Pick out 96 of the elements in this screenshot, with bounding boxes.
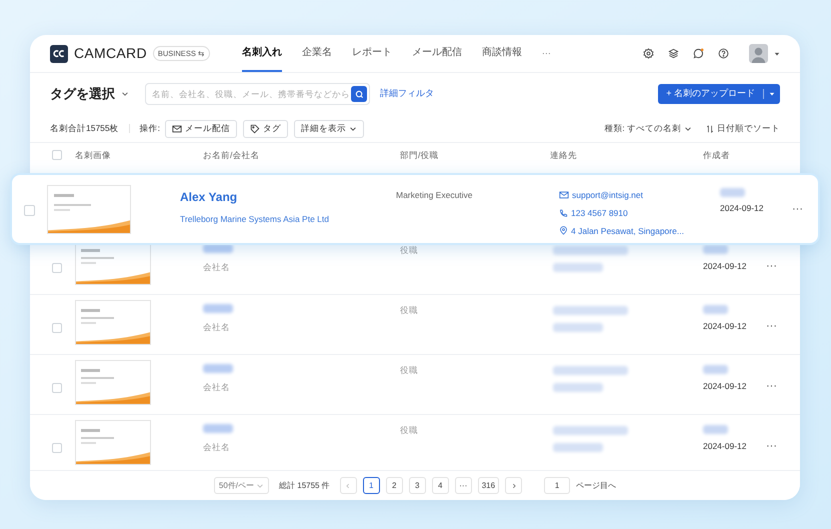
- more-menu[interactable]: ···: [542, 46, 551, 60]
- help-icon[interactable]: [718, 48, 729, 59]
- page-button[interactable]: 2: [386, 477, 403, 494]
- contact-name[interactable]: Alex Yang: [180, 188, 396, 206]
- page-button[interactable]: ···: [454, 477, 472, 494]
- more-menu[interactable]: ···: [766, 318, 786, 334]
- type-filter[interactable]: 種類: すべての名刺: [604, 122, 692, 135]
- mail-icon: [559, 190, 569, 200]
- search-icon[interactable]: [351, 86, 367, 102]
- blurred-creator: [720, 188, 745, 197]
- nav-tab[interactable]: 企業名: [302, 35, 332, 72]
- column-header: 作成者: [703, 148, 731, 162]
- job-title: Marketing Executive: [396, 189, 474, 202]
- search-field[interactable]: 名前、会社名、役職、メール、携帯番号などから: [145, 83, 370, 105]
- nav-tab[interactable]: 商談情報: [482, 35, 522, 72]
- upload-button[interactable]: + 名刺のアップロード: [658, 84, 780, 104]
- blurred-name: [203, 364, 233, 373]
- phone-number: 123 4567 8910: [571, 206, 628, 220]
- chevron-down-icon: [349, 124, 358, 132]
- page-button[interactable]: 1: [362, 477, 380, 494]
- chevron-down-icon: [121, 90, 129, 98]
- blurred-name: [203, 304, 233, 313]
- logo-text: CAMCARD: [74, 44, 147, 63]
- blurred-creator: [703, 245, 728, 254]
- created-date: 2024-09-12: [703, 440, 748, 453]
- chevron-left-icon: [345, 482, 352, 488]
- blurred-phone: [553, 383, 603, 392]
- action-button[interactable]: メール配信: [165, 120, 238, 138]
- action-button[interactable]: 詳細を表示: [294, 120, 364, 138]
- company-name: 会社名: [203, 381, 231, 394]
- created-date: 2024-09-12: [703, 320, 748, 333]
- blurred-phone: [553, 323, 603, 332]
- checkbox[interactable]: [52, 323, 62, 333]
- blurred-creator: [703, 305, 728, 314]
- column-header: お名前/会社名: [203, 148, 260, 162]
- job-title: 役職: [400, 244, 419, 257]
- job-title: 役職: [400, 364, 419, 377]
- column-header: 名刺画像: [75, 148, 112, 162]
- action-button[interactable]: タグ: [243, 120, 288, 138]
- blurred-phone: [553, 263, 603, 272]
- sort-button[interactable]: 日付順でソート: [706, 122, 780, 135]
- page-jump-field[interactable]: 1: [544, 477, 570, 494]
- checkbox[interactable]: [52, 150, 62, 160]
- actions-label: 操作:: [140, 122, 160, 135]
- company-name: Trelleborg Marine Systems Asia Pte Ltd: [180, 213, 330, 226]
- card-total: 名刺合計15755枚: [50, 122, 119, 135]
- created-date: 2024-09-12: [703, 260, 748, 273]
- highlighted-card-row[interactable]: Alex Yang Trelleborg Marine Systems Asia Pte Ltd Marketing Executive support@intsig.net 123 4567 8910 4 Jalan Pesawat, Singapore... 2024-09-12 ···: [10, 173, 820, 245]
- mail-icon: [172, 124, 182, 134]
- blurred-creator: [703, 425, 728, 434]
- company-name: 会社名: [203, 261, 231, 274]
- more-menu[interactable]: ···: [792, 201, 803, 218]
- tag-icon: [250, 124, 260, 134]
- checkbox[interactable]: [52, 443, 62, 453]
- checkbox[interactable]: [52, 383, 62, 393]
- chevron-right-icon: [510, 482, 517, 488]
- avatar-icon[interactable]: [749, 44, 768, 63]
- more-menu[interactable]: ···: [766, 258, 786, 274]
- page-jump-label: ページ目へ: [576, 480, 616, 492]
- page-button[interactable]: 3: [408, 477, 426, 494]
- location-icon: [559, 226, 568, 236]
- chat-icon[interactable]: [693, 48, 704, 59]
- job-title: 役職: [400, 424, 419, 437]
- created-date: 2024-09-12: [703, 380, 748, 393]
- nav-tab[interactable]: 名刺入れ: [242, 35, 282, 72]
- blurred-name: [203, 424, 233, 433]
- layers-icon[interactable]: [668, 48, 679, 59]
- logo-icon: [50, 44, 68, 62]
- sort-icon: [706, 124, 714, 132]
- nav-tab[interactable]: メール配信: [412, 35, 462, 72]
- blurred-phone: [553, 443, 603, 452]
- email-link[interactable]: support@intsig.net: [572, 189, 644, 202]
- job-title: 役職: [400, 304, 419, 317]
- phone-icon: [559, 208, 568, 218]
- chevron-down-icon: [256, 482, 264, 490]
- blurred-creator: [703, 365, 728, 374]
- company-name: 会社名: [203, 321, 231, 334]
- more-menu[interactable]: ···: [766, 438, 786, 454]
- more-menu[interactable]: ···: [766, 378, 786, 394]
- checkbox[interactable]: [52, 263, 62, 273]
- page-button[interactable]: 316: [478, 477, 500, 494]
- nav-tab[interactable]: レポート: [352, 35, 392, 72]
- column-header: 連絡先: [550, 148, 578, 162]
- column-header: 部門/役職: [400, 148, 440, 162]
- chevron-down-icon: [684, 124, 692, 132]
- page-size-select[interactable]: 50件/ペー: [214, 477, 270, 494]
- settings-icon[interactable]: [643, 48, 654, 59]
- total-count: 総計 15755 件: [279, 480, 330, 492]
- page-button[interactable]: 4: [432, 477, 449, 494]
- caret-icon[interactable]: [774, 50, 780, 56]
- company-name: 会社名: [203, 441, 231, 454]
- created-date: 2024-09-12: [720, 202, 764, 215]
- tag-select[interactable]: タグを選択: [50, 84, 129, 104]
- checkbox[interactable]: [24, 205, 35, 216]
- address-text: 4 Jalan Pesawat, Singapore...: [571, 224, 684, 238]
- advanced-filter-link[interactable]: 詳細フィルタ: [380, 87, 434, 101]
